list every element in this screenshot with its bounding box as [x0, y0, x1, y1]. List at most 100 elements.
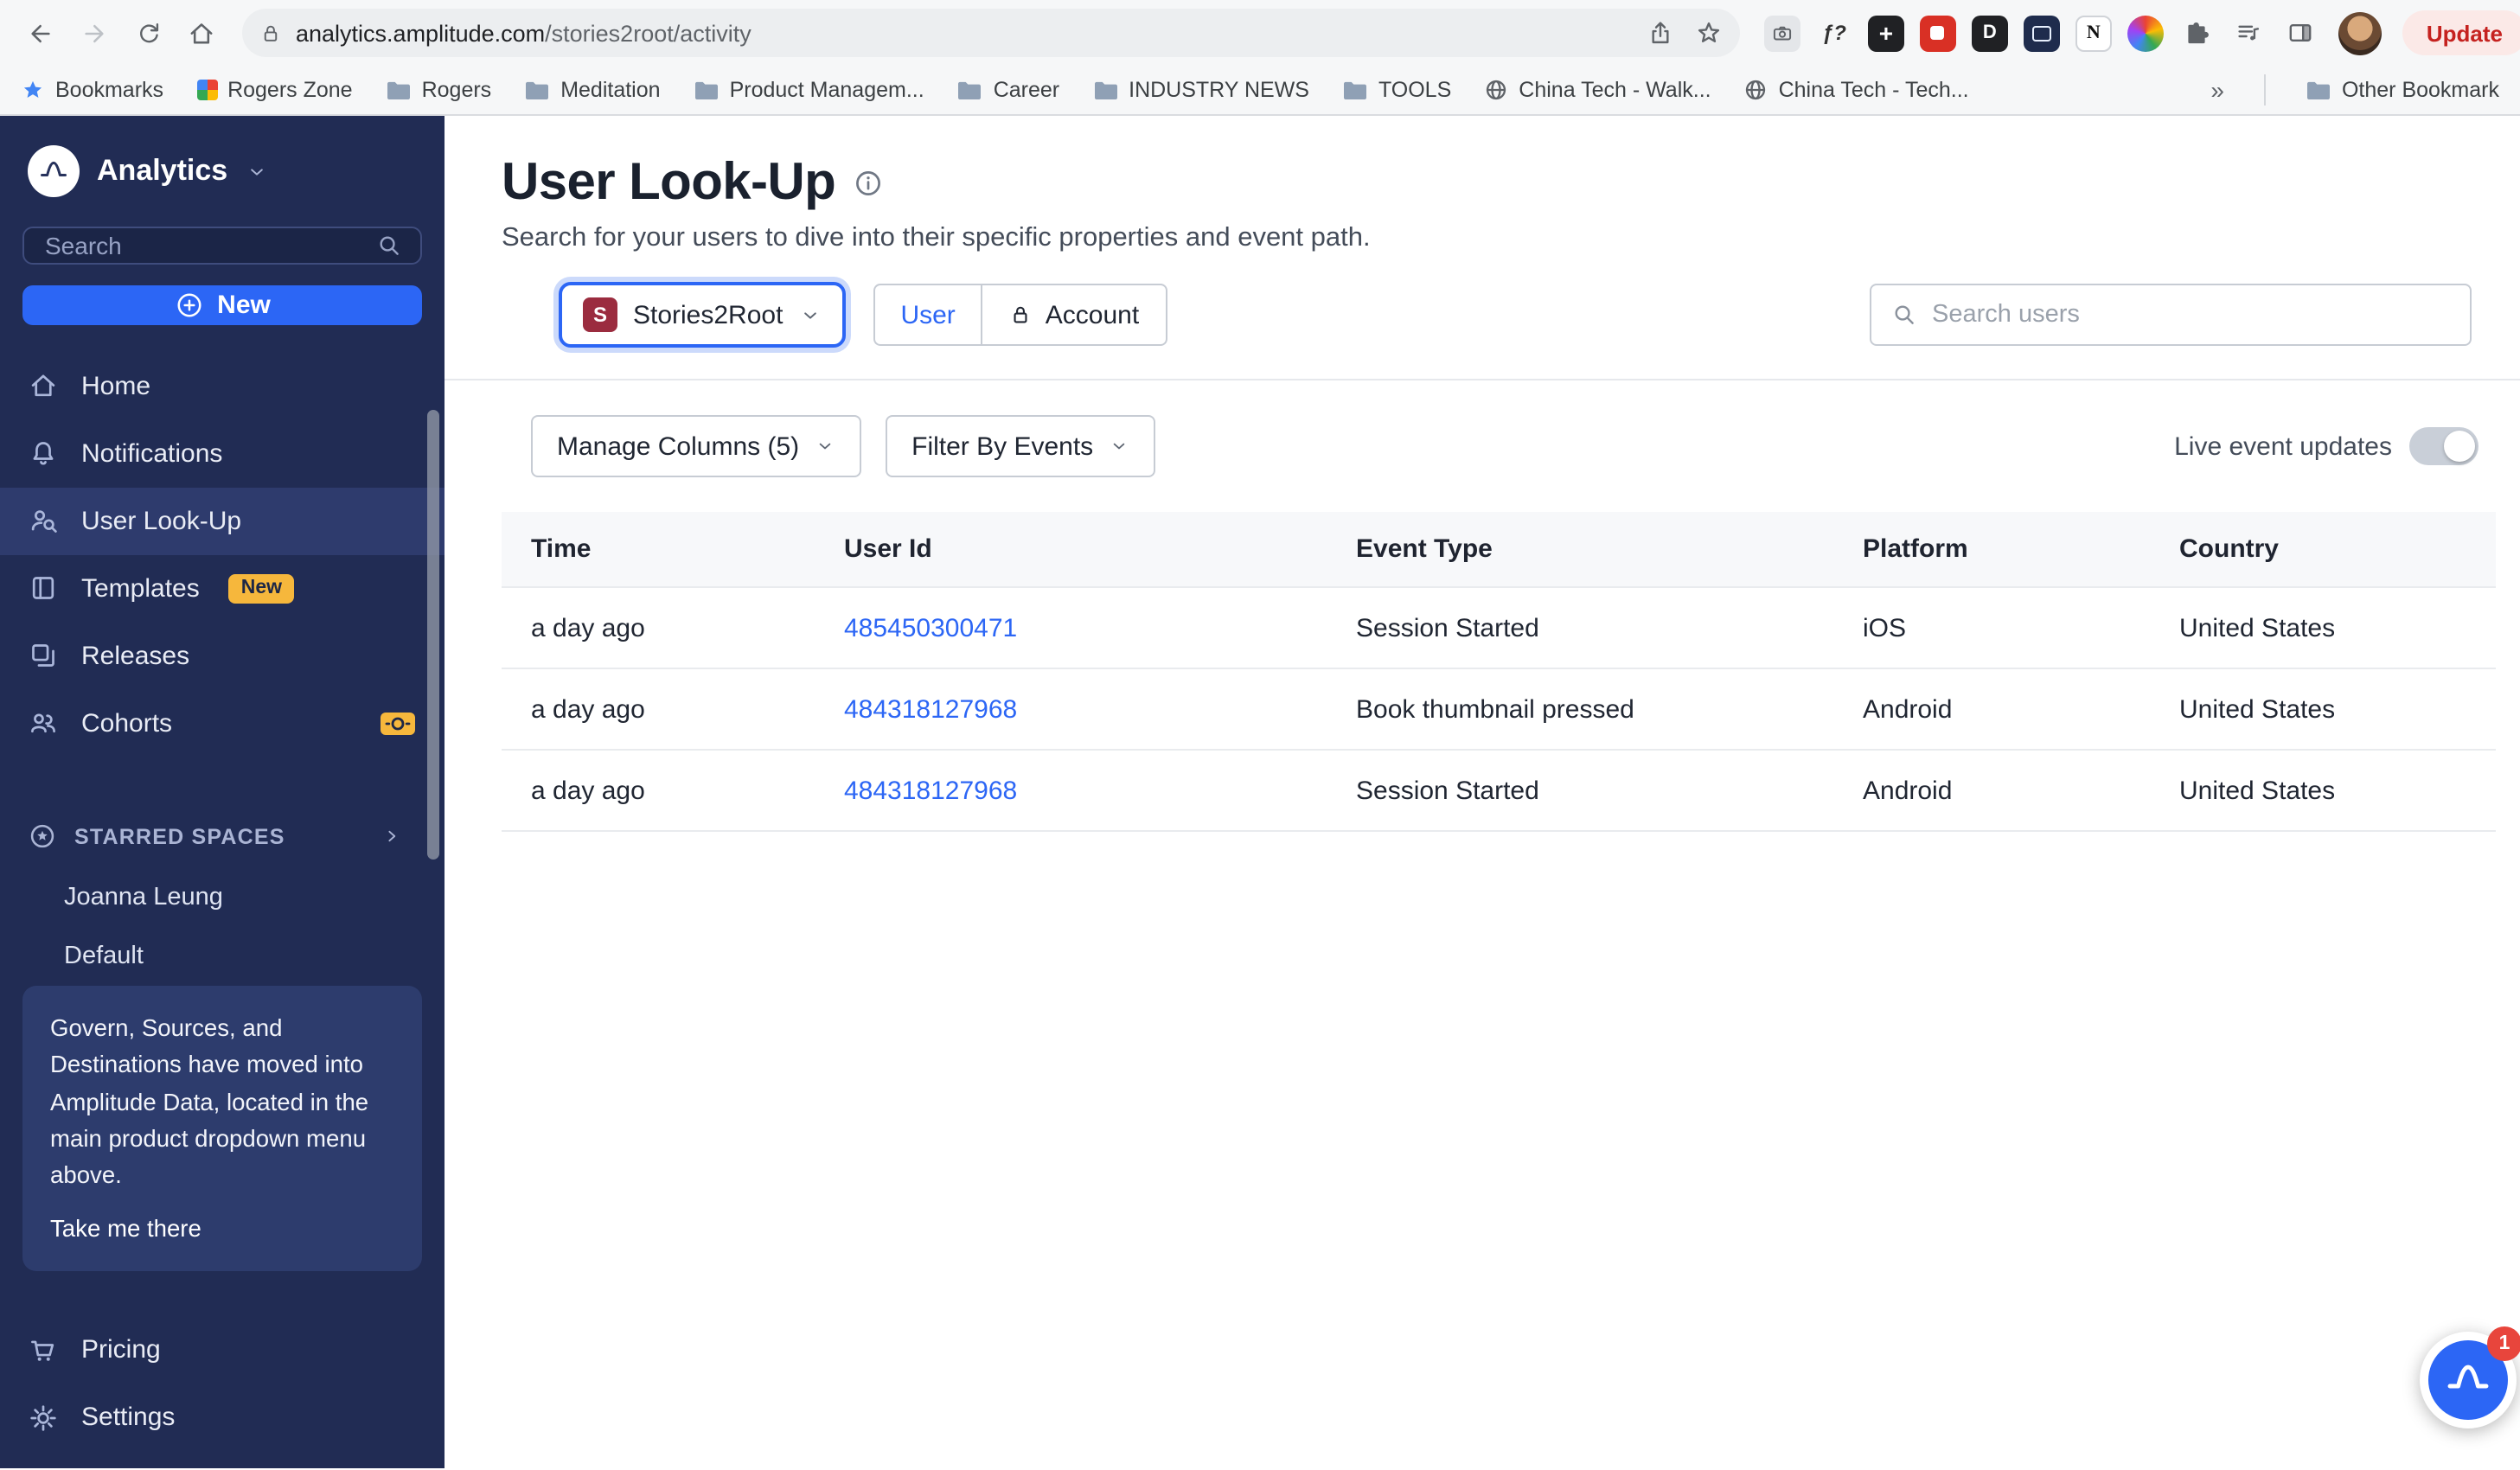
sidebar-item-home[interactable]: Home [0, 353, 445, 420]
globe-icon [1487, 80, 1506, 100]
filter-by-events-button[interactable]: Filter By Events [886, 415, 1156, 477]
notice-text: Govern, Sources, and Destinations have m… [50, 1014, 369, 1189]
color-extension-icon[interactable] [2127, 15, 2164, 51]
site-lock-icon [259, 22, 282, 44]
bookmark-folder-industry-news[interactable]: INDUSTRY NEWS [1092, 78, 1309, 102]
bookmark-bookmarks[interactable]: Bookmarks [21, 78, 163, 102]
update-button[interactable]: Update [2402, 10, 2520, 55]
bookmark-folder-tools[interactable]: TOOLS [1342, 78, 1451, 102]
puzzle-extension-icon[interactable] [2179, 15, 2216, 51]
bookmarks-overflow-button[interactable]: » [2210, 76, 2224, 104]
user-id-link[interactable]: 484318127968 [844, 694, 1356, 724]
templates-icon [28, 573, 59, 604]
starred-item-default[interactable]: Default [0, 927, 445, 986]
cell-platform: Android [1863, 694, 1953, 724]
table-header-row: Time User Id Event Type Platform Country [502, 512, 2496, 588]
sidebar-item-settings[interactable]: Settings [0, 1384, 445, 1451]
bookmark-folder-product-management[interactable]: Product Managem... [694, 78, 924, 102]
bookmark-china-tech-tech[interactable]: China Tech - Tech... [1744, 78, 1969, 102]
chevron-right-icon [381, 826, 403, 848]
manage-columns-button[interactable]: Manage Columns (5) [531, 415, 862, 477]
share-icon[interactable] [1647, 19, 1674, 47]
account-mode-button[interactable]: Account [981, 284, 1167, 346]
sidebar: Analytics New Home [0, 116, 445, 1468]
user-id-link[interactable]: 484318127968 [844, 776, 1356, 805]
sidebar-item-pricing[interactable]: Pricing [0, 1316, 445, 1384]
app-name: Analytics [97, 154, 228, 187]
user-account-segmented-control: User Account [873, 284, 1167, 346]
page-title: User Look-Up [502, 154, 836, 211]
starred-item-joanna-leung[interactable]: Joanna Leung [0, 868, 445, 927]
live-event-updates-toggle[interactable] [2409, 427, 2478, 465]
sidebar-item-user-lookup[interactable]: User Look-Up [0, 487, 445, 555]
home-button[interactable] [178, 10, 225, 56]
sidebar-item-cohorts[interactable]: Cohorts [0, 690, 445, 757]
playlist-extension-icon[interactable] [2231, 15, 2267, 51]
user-search-box[interactable] [1870, 284, 2472, 346]
side-panel-extension-icon[interactable] [2283, 15, 2319, 51]
plus-extension-icon[interactable]: + [1867, 15, 1904, 51]
cart-icon [28, 1334, 59, 1365]
sidebar-search-input[interactable] [45, 232, 375, 260]
folder-icon [694, 80, 718, 99]
templates-new-badge: New [228, 573, 295, 604]
sidebar-search[interactable] [22, 227, 422, 265]
site-favicon [196, 80, 218, 100]
red-extension-icon[interactable] [1919, 15, 1956, 51]
chevron-down-icon [1109, 436, 1129, 457]
amplitude-logo-icon [28, 145, 80, 197]
user-mode-button[interactable]: User [873, 284, 982, 346]
reload-icon [139, 23, 158, 43]
notion-extension-icon[interactable]: N [2075, 15, 2112, 51]
product-switcher[interactable]: Analytics [0, 116, 445, 220]
search-icon [375, 232, 403, 259]
browser-window: analytics.amplitude.com/stories2root/act… [0, 0, 2520, 1470]
user-id-link[interactable]: 485450300471 [844, 613, 1356, 642]
user-search-icon [28, 506, 59, 537]
search-icon [1890, 301, 1918, 329]
folder-icon [526, 80, 549, 99]
cohorts-icon [28, 708, 59, 739]
forward-button[interactable] [71, 10, 118, 56]
paid-feature-icon [379, 711, 417, 737]
cell-country: United States [2179, 694, 2336, 724]
bookmark-folder-rogers[interactable]: Rogers [386, 78, 491, 102]
reload-button[interactable] [125, 10, 171, 56]
bookmark-china-tech-walk[interactable]: China Tech - Walk... [1484, 78, 1711, 102]
cell-country: United States [2179, 776, 2336, 805]
capture-extension-icon[interactable] [2023, 15, 2060, 51]
sidebar-item-releases[interactable]: Releases [0, 623, 445, 690]
info-icon[interactable] [853, 168, 884, 199]
sidebar-item-notifications[interactable]: Notifications [0, 420, 445, 488]
back-button[interactable] [17, 10, 64, 56]
bookmark-folder-career[interactable]: Career [957, 78, 1059, 102]
chat-launcher[interactable]: 1 [2420, 1326, 2520, 1428]
starred-spaces-header[interactable]: STARRED SPACES [0, 806, 445, 868]
bookmark-folder-meditation[interactable]: Meditation [524, 78, 661, 102]
address-bar[interactable]: analytics.amplitude.com/stories2root/act… [242, 9, 1740, 57]
take-me-there-link[interactable]: Take me there [50, 1210, 394, 1247]
screenshot-camera-extension-icon[interactable] [1763, 15, 1800, 51]
math-extension-icon[interactable]: ƒ? [1816, 15, 1852, 51]
forward-icon [85, 23, 104, 42]
sidebar-menu: Home Notifications User Look-Up Template… [0, 353, 445, 757]
sidebar-scrollbar[interactable] [427, 410, 439, 860]
table-row: a day ago 484318127968 Session Started A… [502, 751, 2496, 832]
other-bookmarks-folder[interactable]: Other Bookmark [2306, 78, 2499, 102]
cell-event-type: Session Started [1356, 613, 1539, 642]
bookmark-rogers-zone[interactable]: Rogers Zone [196, 78, 353, 102]
project-selector[interactable]: S Stories2Root [559, 282, 846, 348]
profile-avatar[interactable] [2338, 11, 2382, 54]
chat-unread-badge: 1 [2487, 1326, 2520, 1361]
user-search-input[interactable] [1932, 301, 2451, 329]
d-extension-icon[interactable]: D [1971, 15, 2008, 51]
plus-circle-icon [174, 291, 203, 320]
bookmark-star-icon[interactable] [1695, 19, 1723, 47]
table-row: a day ago 485450300471 Session Started i… [502, 588, 2496, 669]
new-button[interactable]: New [22, 285, 422, 325]
sidebar-item-templates[interactable]: Templates New [0, 555, 445, 623]
lock-icon [1009, 303, 1033, 327]
releases-icon [28, 641, 59, 672]
bookmarks-bar: Bookmarks Rogers Zone Rogers Meditation … [0, 66, 2520, 116]
chevron-down-icon [798, 304, 821, 326]
